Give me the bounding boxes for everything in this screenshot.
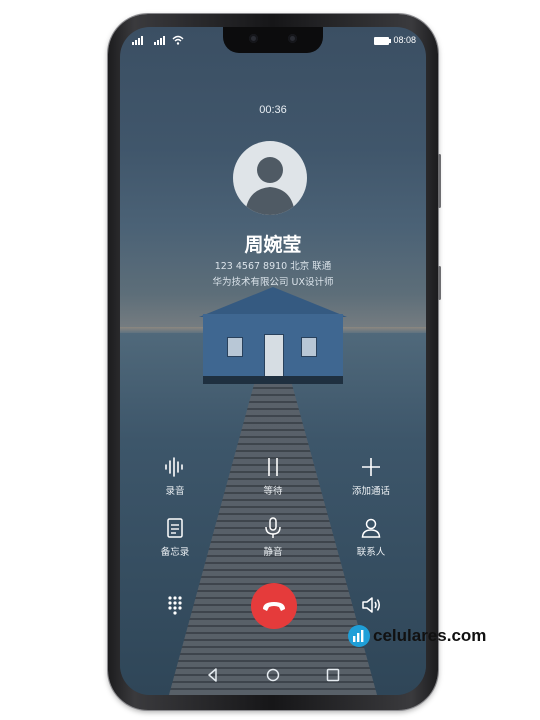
add-call-button[interactable]: 添加通话 xyxy=(336,455,406,497)
mute-button[interactable]: 静音 xyxy=(238,516,308,558)
boathouse-roof xyxy=(199,287,347,317)
boathouse-door xyxy=(264,334,284,378)
person-silhouette-icon xyxy=(245,157,295,215)
boathouse-window xyxy=(227,337,243,357)
record-label: 录音 xyxy=(165,486,185,497)
record-button[interactable]: 录音 xyxy=(140,455,210,497)
battery-icon xyxy=(374,37,391,45)
add-call-label: 添加通话 xyxy=(351,486,390,497)
mute-label: 静音 xyxy=(263,547,283,558)
speaker-icon xyxy=(362,597,380,613)
dialpad-button[interactable] xyxy=(140,593,210,617)
phone-frame: 08:08 00:36 周婉莹 123 4567 8910 北京 联通 华为技术… xyxy=(108,14,441,710)
boathouse-window xyxy=(301,337,317,357)
status-bar: 08:08 xyxy=(120,33,426,49)
volume-button xyxy=(438,154,441,208)
notes-button[interactable]: 备忘录 xyxy=(140,516,210,558)
contact-avatar xyxy=(233,141,307,215)
contact-phone-line: 123 4567 8910 北京 联通 xyxy=(214,261,332,272)
power-button xyxy=(438,266,441,300)
speaker-button[interactable] xyxy=(336,593,406,617)
watermark-text: celulares.com xyxy=(373,626,487,645)
boathouse-base xyxy=(203,376,343,384)
contact-name: 周婉莹 xyxy=(244,234,302,256)
contacts-button[interactable]: 联系人 xyxy=(336,516,406,558)
call-duration: 00:36 xyxy=(259,104,287,116)
signal-icon xyxy=(132,35,154,48)
status-time: 08:08 xyxy=(393,35,416,45)
microphone-icon xyxy=(265,517,281,538)
end-call-button[interactable] xyxy=(251,583,297,629)
navigation-bar xyxy=(120,661,426,689)
phone-hangup-icon xyxy=(263,602,285,611)
watermark: celulares.com xyxy=(348,624,486,648)
person-icon xyxy=(361,518,381,538)
waveform-icon xyxy=(165,457,183,477)
back-icon[interactable] xyxy=(203,665,223,685)
home-icon[interactable] xyxy=(263,665,283,685)
plus-icon xyxy=(362,458,380,476)
recents-icon[interactable] xyxy=(323,665,343,685)
notepad-icon xyxy=(167,518,183,538)
celulares-logo-icon xyxy=(348,625,370,647)
hold-button[interactable]: 等待 xyxy=(238,455,308,497)
hold-label: 等待 xyxy=(263,486,283,497)
call-screen: 08:08 00:36 周婉莹 123 4567 8910 北京 联通 华为技术… xyxy=(120,27,426,695)
wifi-icon xyxy=(172,35,184,48)
pause-icon xyxy=(268,458,278,476)
contacts-label: 联系人 xyxy=(356,547,386,558)
notes-label: 备忘录 xyxy=(160,547,190,558)
dialpad-icon xyxy=(168,596,182,615)
contact-company-line: 华为技术有限公司 UX设计师 xyxy=(212,277,334,288)
